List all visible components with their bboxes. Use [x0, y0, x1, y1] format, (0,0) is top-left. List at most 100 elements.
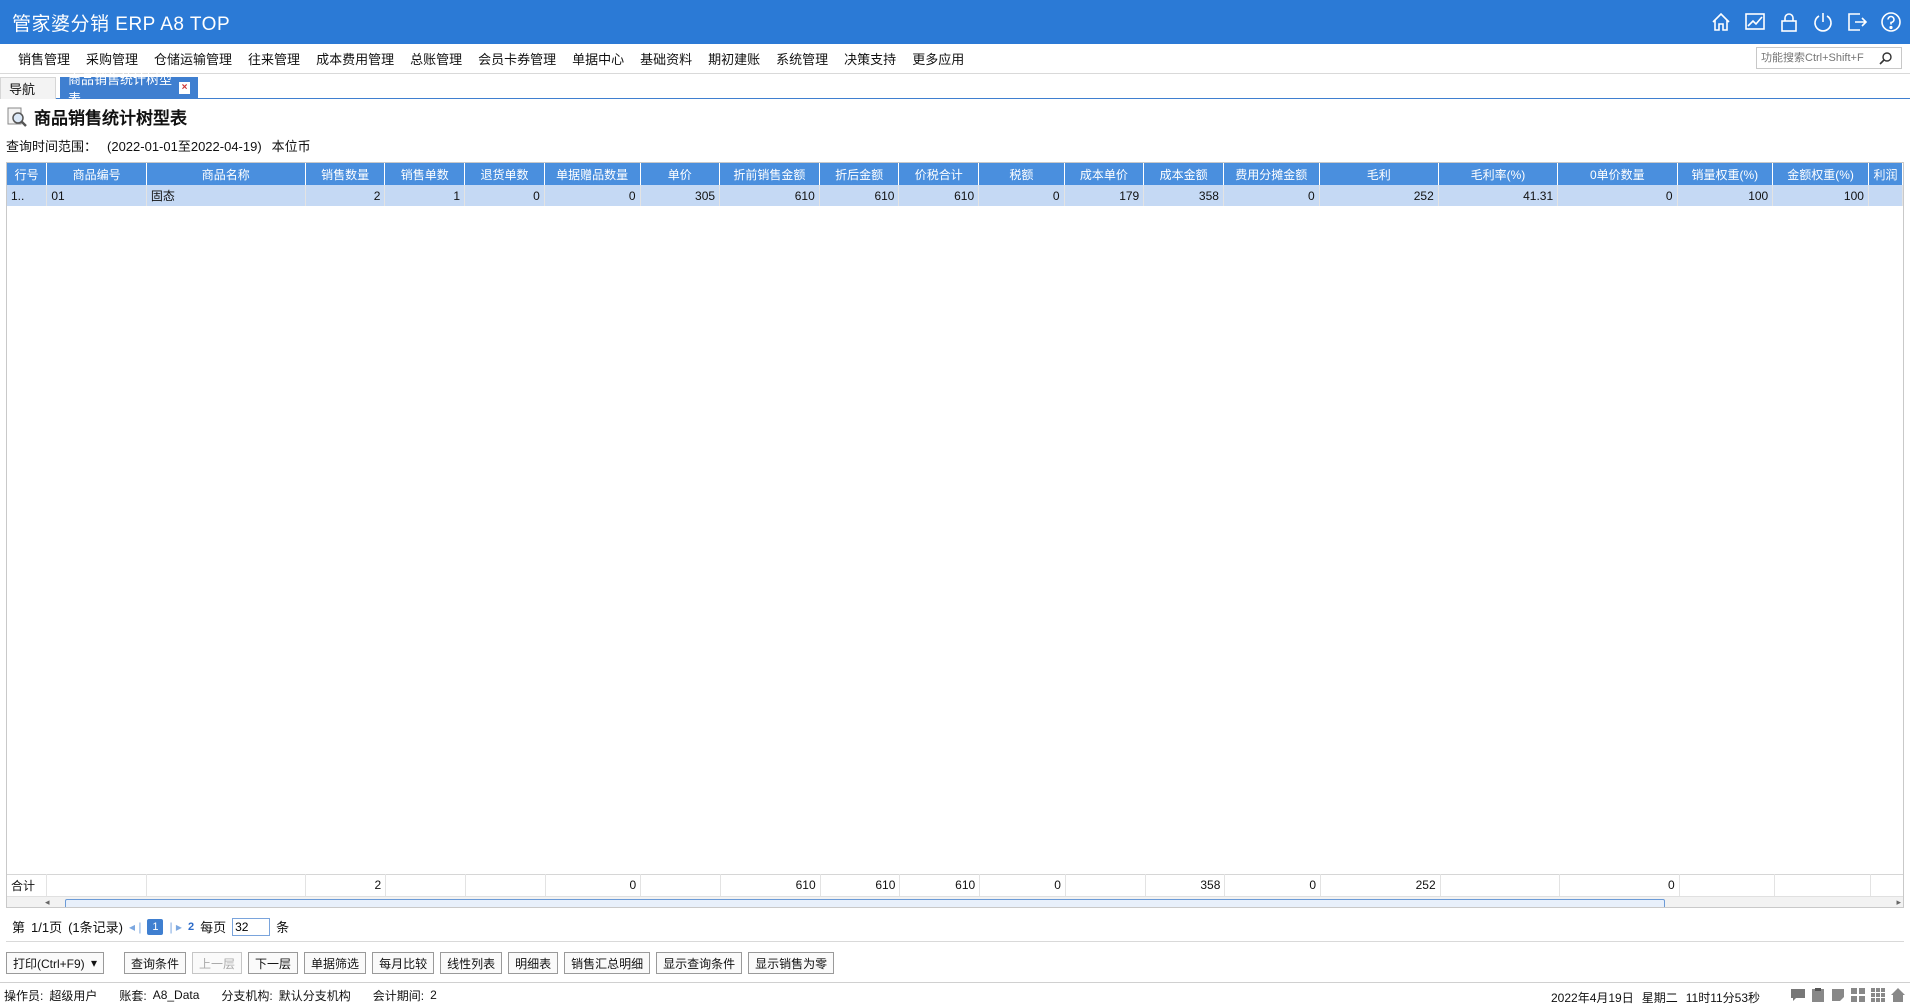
column-header[interactable]: 销售数量 — [305, 163, 386, 185]
column-header[interactable]: 金额权重(%) — [1772, 163, 1869, 185]
table-cell: 固态 — [146, 185, 306, 206]
monthly-compare-button[interactable]: 每月比较 — [372, 952, 435, 974]
column-header[interactable]: 商品编号 — [46, 163, 147, 185]
menu-sales[interactable]: 销售管理 — [10, 49, 78, 68]
column-header[interactable]: 毛利 — [1319, 163, 1439, 185]
apps-icon[interactable] — [1870, 987, 1886, 1003]
column-header[interactable]: 0单价数量 — [1557, 163, 1678, 185]
message-icon[interactable] — [1790, 987, 1806, 1003]
column-header[interactable]: 毛利率(%) — [1438, 163, 1559, 185]
page-title: 商品销售统计树型表 — [6, 104, 187, 129]
title-bar: 管家婆分销 ERP A8 TOP — [0, 0, 1910, 44]
menu-cost[interactable]: 成本费用管理 — [308, 49, 402, 68]
column-header[interactable]: 税额 — [978, 163, 1065, 185]
page-number-link[interactable]: 2 — [188, 921, 194, 933]
operator-value: 超级用户 — [49, 988, 98, 1003]
scroll-left-icon[interactable]: ◂ — [45, 897, 50, 907]
horizontal-scrollbar[interactable]: ◂ ▸ — [7, 896, 1903, 907]
exit-icon[interactable] — [1846, 11, 1868, 33]
summary-cell — [1065, 874, 1146, 896]
app-title: 管家婆分销 ERP A8 TOP — [12, 13, 231, 35]
column-header[interactable]: 折前销售金额 — [719, 163, 820, 185]
table-row[interactable]: 1.. 01 固态 2 1 0 0 305 610 610 610 0 179 358 0 252 41.31 0… — [7, 185, 1903, 206]
search-icon[interactable] — [1879, 51, 1893, 65]
search-input[interactable] — [1761, 52, 1879, 64]
menu-opening[interactable]: 期初建账 — [700, 49, 768, 68]
grid-icon[interactable] — [1850, 987, 1866, 1003]
summary-cell: 610 — [720, 874, 821, 896]
column-header[interactable]: 商品名称 — [146, 163, 306, 185]
column-header[interactable]: 单据赠品数量 — [544, 163, 641, 185]
tab-report[interactable]: 商品销售统计树型表 × — [60, 72, 198, 106]
column-header[interactable]: 折后金额 — [819, 163, 900, 185]
column-header[interactable]: 销售单数 — [384, 163, 466, 185]
dropdown-arrow-icon[interactable]: ▾ — [91, 956, 97, 970]
column-header[interactable]: 单价 — [640, 163, 721, 185]
current-page[interactable]: 1 — [147, 918, 164, 935]
table-cell: 610 — [719, 185, 820, 206]
linear-list-button[interactable]: 线性列表 — [440, 952, 503, 974]
menu-decision[interactable]: 决策支持 — [836, 49, 904, 68]
operator-label: 操作员: — [4, 988, 44, 1003]
menu-documents[interactable]: 单据中心 — [564, 49, 632, 68]
table-cell: 1.. — [7, 185, 48, 206]
summary-cell — [1679, 874, 1776, 896]
menu-more[interactable]: 更多应用 — [904, 49, 972, 68]
sales-summary-detail-button[interactable]: 销售汇总明细 — [564, 952, 651, 974]
column-header[interactable]: 利润 — [1868, 163, 1903, 185]
menu-warehouse[interactable]: 仓储运输管理 — [146, 49, 240, 68]
menu-member[interactable]: 会员卡券管理 — [470, 49, 564, 68]
close-icon[interactable]: × — [179, 82, 190, 94]
print-label: 打印(Ctrl+F9) — [13, 956, 85, 971]
clipboard-icon[interactable] — [1810, 987, 1826, 1003]
report-title-text: 商品销售统计树型表 — [34, 109, 187, 128]
table-cell: 305 — [640, 185, 721, 206]
column-header[interactable]: 成本金额 — [1143, 163, 1224, 185]
show-query-conditions-button[interactable]: 显示查询条件 — [656, 952, 743, 974]
show-zero-sales-button[interactable]: 显示销售为零 — [748, 952, 835, 974]
detail-report-button[interactable]: 明细表 — [508, 952, 559, 974]
column-header[interactable]: 销量权重(%) — [1677, 163, 1774, 185]
home-icon[interactable] — [1710, 11, 1732, 33]
summary-cell: 252 — [1320, 874, 1441, 896]
menu-system[interactable]: 系统管理 — [768, 49, 836, 68]
column-header[interactable]: 退货单数 — [464, 163, 545, 185]
summary-cell — [465, 874, 546, 896]
account-value: A8_Data — [152, 988, 200, 1002]
chart-icon[interactable] — [1744, 11, 1766, 33]
page-info: 1/1页 — [31, 920, 63, 935]
column-header[interactable]: 行号 — [7, 163, 48, 185]
document-filter-button[interactable]: 单据筛选 — [304, 952, 367, 974]
range-value: (2022-01-01至2022-04-19) — [107, 139, 262, 154]
menu-purchase[interactable]: 采购管理 — [78, 49, 146, 68]
datetime: 2022年4月19日 星期二 11时11分53秒 — [1551, 989, 1760, 1006]
level-down-button[interactable]: 下一层 — [248, 952, 299, 974]
level-up-button[interactable]: 上一层 — [192, 952, 243, 974]
query-conditions-button[interactable]: 查询条件 — [124, 952, 187, 974]
menu-ledger[interactable]: 总账管理 — [402, 49, 470, 68]
main-menu: 销售管理 采购管理 仓储运输管理 往来管理 成本费用管理 总账管理 会员卡券管理… — [0, 44, 1910, 74]
per-page-input[interactable] — [232, 917, 271, 936]
scroll-right-icon[interactable]: ▸ — [1896, 897, 1901, 907]
column-header[interactable]: 成本单价 — [1064, 163, 1145, 185]
prev-page-icon[interactable]: ◂ | — [129, 920, 141, 934]
per-page-label: 每页 — [200, 920, 227, 935]
home-small-icon[interactable] — [1890, 987, 1906, 1003]
lock-icon[interactable] — [1778, 11, 1800, 33]
column-header[interactable]: 价税合计 — [898, 163, 980, 185]
column-header[interactable]: 费用分摊金额 — [1223, 163, 1320, 185]
next-page-icon[interactable]: | ▸ — [169, 920, 181, 934]
scrollbar-thumb[interactable] — [65, 899, 1665, 907]
help-icon[interactable] — [1880, 11, 1902, 33]
power-icon[interactable] — [1812, 11, 1834, 33]
note-icon[interactable] — [1830, 987, 1846, 1003]
summary-cell: 0 — [979, 874, 1066, 896]
function-search — [1756, 47, 1902, 69]
title-icons — [1710, 11, 1902, 33]
menu-basic-data[interactable]: 基础资料 — [632, 49, 700, 68]
menu-accounts[interactable]: 往来管理 — [240, 49, 308, 68]
branch-label: 分支机构: — [221, 988, 273, 1003]
currency-label: 本位币 — [271, 139, 311, 154]
tab-navigation[interactable]: 导航 — [0, 77, 56, 99]
print-button[interactable]: 打印(Ctrl+F9) ▾ — [6, 952, 104, 974]
